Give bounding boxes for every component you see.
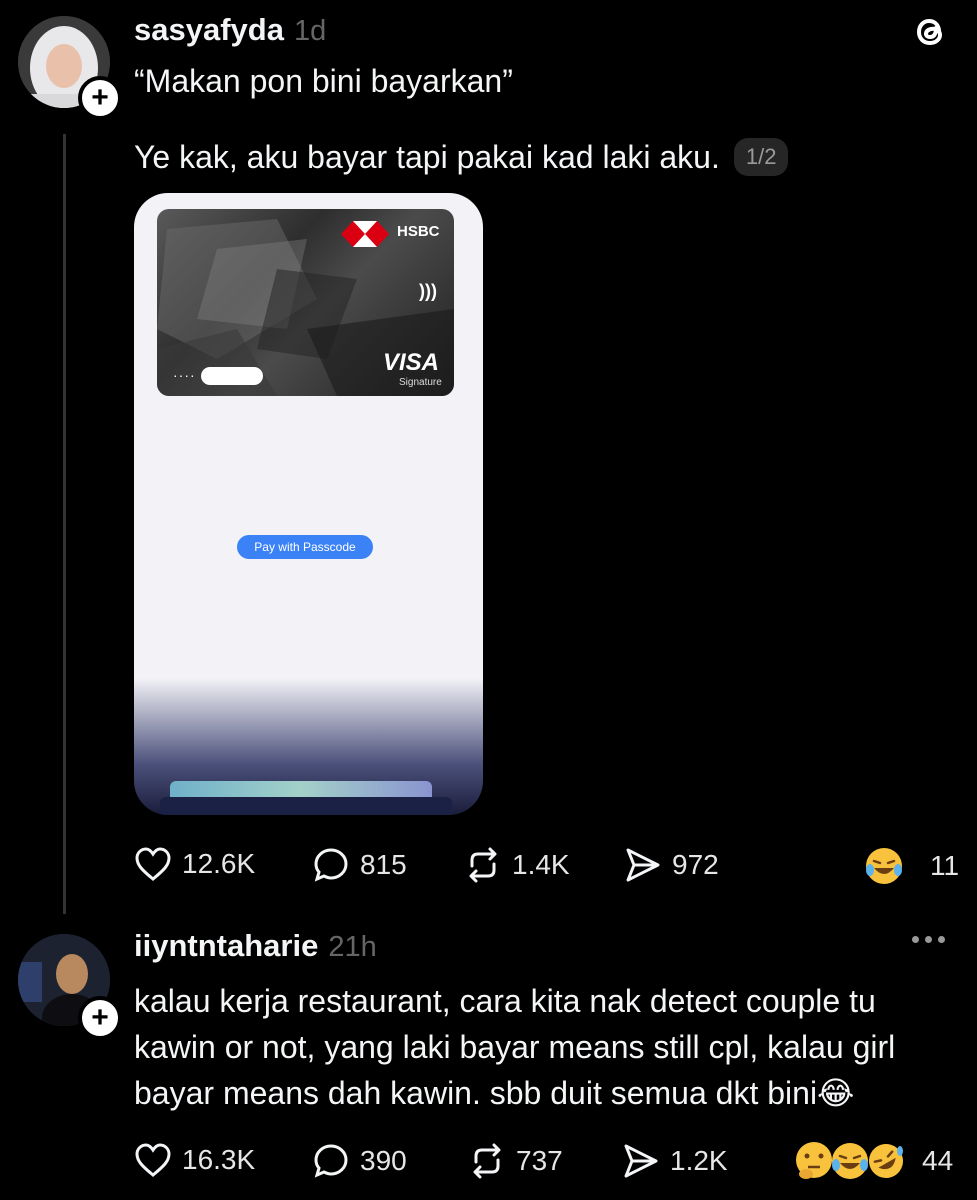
username[interactable]: iiyntntaharie bbox=[134, 928, 318, 964]
post-text-line: kalau kerja restaurant, cara kita nak de… bbox=[134, 983, 876, 1019]
threads-logo-icon[interactable] bbox=[910, 12, 950, 52]
repost-count: 1.4K bbox=[512, 849, 570, 880]
share-count: 972 bbox=[672, 849, 719, 880]
stacked-card-front bbox=[160, 797, 452, 815]
like-count: 16.3K bbox=[182, 1144, 256, 1175]
contactless-icon: ))) bbox=[419, 281, 437, 301]
like-count: 12.6K bbox=[182, 848, 256, 879]
post-image[interactable]: HSBC ))) VISA Signature ···· Pay with Pa… bbox=[134, 193, 483, 815]
post-text: Ye kak, aku bayar tapi pakai kad laki ak… bbox=[134, 139, 720, 175]
reaction-count: 11 bbox=[930, 850, 960, 881]
share-button[interactable]: 1.2K bbox=[622, 1142, 728, 1180]
post-text-line: bayar means dah kawin. sbb duit semua dk… bbox=[134, 1075, 855, 1111]
reactions[interactable]: 11 bbox=[864, 846, 959, 886]
repost-count: 737 bbox=[516, 1145, 563, 1176]
card-network: VISA bbox=[383, 349, 440, 376]
credit-card: HSBC ))) VISA Signature ···· bbox=[157, 209, 454, 396]
heart-icon bbox=[135, 1143, 171, 1177]
bank-name: HSBC bbox=[397, 223, 440, 240]
more-options-button[interactable] bbox=[912, 936, 945, 943]
redacted-card-number bbox=[201, 367, 263, 385]
send-icon bbox=[626, 848, 660, 882]
post-text-line: kawin or not, yang laki bayar means stil… bbox=[134, 1029, 896, 1065]
thread-connector-line bbox=[63, 134, 66, 914]
follow-plus-button[interactable]: + bbox=[78, 76, 122, 120]
post-time: 21h bbox=[328, 931, 377, 963]
comment-button[interactable]: 390 bbox=[312, 1142, 407, 1180]
send-icon bbox=[624, 1144, 658, 1178]
laughing-emoji-icon bbox=[832, 1143, 868, 1179]
comment-count: 390 bbox=[360, 1145, 407, 1176]
image-pager-badge: 1/2 bbox=[733, 138, 789, 176]
card-tier: Signature bbox=[399, 377, 442, 388]
like-button[interactable]: 16.3K bbox=[134, 1142, 255, 1178]
repost-icon bbox=[473, 1143, 501, 1179]
share-button[interactable]: 972 bbox=[624, 846, 719, 884]
thinking-emoji-icon bbox=[796, 1142, 832, 1179]
hsbc-logo-icon bbox=[341, 221, 389, 247]
post-quote: “Makan pon bini bayarkan” bbox=[134, 63, 513, 99]
laughing-emoji-icon bbox=[866, 848, 902, 884]
comment-button[interactable]: 815 bbox=[312, 846, 407, 884]
repost-button[interactable]: 737 bbox=[468, 1142, 563, 1180]
card-number-dots: ···· bbox=[173, 367, 196, 383]
reaction-count: 44 bbox=[922, 1145, 954, 1176]
comment-count: 815 bbox=[360, 849, 407, 880]
username[interactable]: sasyafyda bbox=[134, 12, 284, 48]
comment-icon bbox=[314, 1144, 348, 1178]
repost-icon bbox=[469, 847, 497, 883]
comment-icon bbox=[314, 848, 348, 882]
repost-button[interactable]: 1.4K bbox=[464, 846, 570, 884]
share-count: 1.2K bbox=[670, 1145, 728, 1176]
rolling-laughing-emoji-icon bbox=[869, 1144, 903, 1178]
post-time: 1d bbox=[293, 15, 327, 47]
pay-with-passcode-button[interactable]: Pay with Passcode bbox=[237, 535, 373, 559]
reactions[interactable]: 44 bbox=[794, 1140, 953, 1182]
heart-icon bbox=[135, 847, 171, 881]
follow-plus-button[interactable]: + bbox=[78, 996, 122, 1040]
like-button[interactable]: 12.6K bbox=[134, 846, 255, 882]
